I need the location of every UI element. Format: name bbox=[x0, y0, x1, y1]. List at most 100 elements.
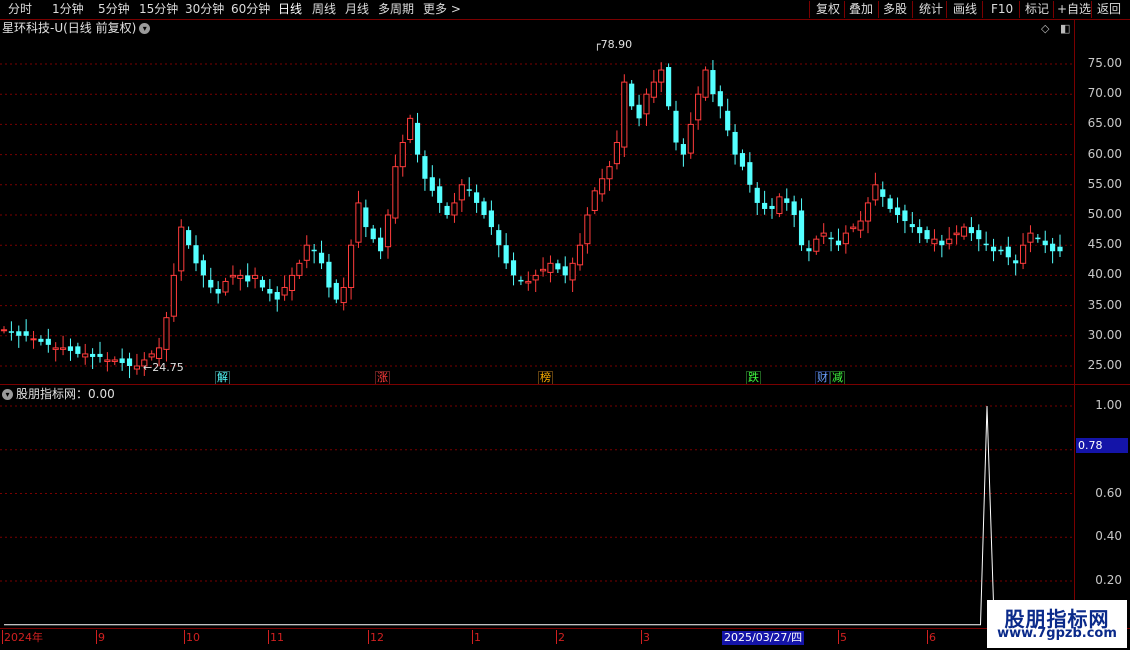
price-tick-label: 70.00 bbox=[1087, 86, 1122, 101]
candle-body bbox=[732, 131, 738, 155]
kline-chart[interactable] bbox=[0, 0, 1130, 650]
tag-fall[interactable]: 跌 bbox=[746, 371, 761, 385]
candle-body bbox=[503, 245, 509, 264]
candle-body bbox=[458, 184, 465, 201]
cursor-date: 2025/03/27/四 bbox=[722, 631, 805, 645]
candle-body bbox=[1057, 246, 1063, 252]
candle-body bbox=[562, 266, 568, 276]
candle-body bbox=[75, 346, 81, 354]
candle-body bbox=[872, 184, 879, 201]
candle-body bbox=[378, 237, 384, 252]
panel-divider bbox=[0, 384, 1130, 385]
tag-unlock[interactable]: 解 bbox=[215, 371, 230, 385]
candle-body bbox=[953, 232, 960, 236]
candle-body bbox=[422, 156, 428, 179]
price-tick-label: 50.00 bbox=[1087, 207, 1122, 221]
candle-body bbox=[163, 317, 170, 350]
candle-body bbox=[208, 279, 214, 288]
candle-body bbox=[525, 280, 532, 284]
candle-body bbox=[518, 279, 524, 282]
candle-body bbox=[229, 274, 237, 278]
candle-body bbox=[481, 201, 487, 215]
candle-body bbox=[1013, 260, 1019, 264]
chevron-down-icon[interactable]: ▾ bbox=[2, 389, 13, 400]
candle-body bbox=[695, 93, 702, 121]
low-label: ←24.75 bbox=[143, 361, 184, 374]
candle-body bbox=[754, 187, 760, 203]
candle-body bbox=[828, 237, 834, 240]
candle-body bbox=[414, 122, 421, 155]
candle-body bbox=[998, 249, 1004, 252]
candle-body bbox=[451, 202, 458, 216]
time-tick-label: 2 bbox=[558, 631, 565, 644]
candle-body bbox=[555, 263, 561, 270]
candle-body bbox=[399, 142, 406, 168]
price-tick-label: 40.00 bbox=[1087, 267, 1122, 282]
indicator-title: ▾ 股朋指标网：0.00 bbox=[2, 387, 115, 401]
candle-body bbox=[894, 207, 901, 215]
indicator-tick-label: 0.60 bbox=[1095, 485, 1122, 500]
candle-body bbox=[613, 142, 621, 165]
candle-body bbox=[119, 358, 125, 363]
candle-body bbox=[347, 244, 355, 288]
time-tick bbox=[838, 630, 839, 644]
tag-rise[interactable]: 涨 bbox=[375, 371, 390, 385]
candle-body bbox=[539, 268, 547, 272]
candle-body bbox=[444, 205, 450, 215]
time-tick-label: 11 bbox=[270, 631, 284, 644]
candle-body bbox=[687, 123, 694, 154]
candle-body bbox=[666, 67, 672, 107]
candle-body bbox=[1005, 246, 1011, 258]
candle-body bbox=[880, 189, 886, 197]
candle-body bbox=[296, 262, 303, 276]
high-value: 78.90 bbox=[600, 38, 633, 51]
time-tick-label: 12 bbox=[370, 631, 384, 644]
time-tick-label: 10 bbox=[186, 631, 200, 644]
price-tick-label: 75.00 bbox=[1087, 56, 1122, 70]
candle-body bbox=[274, 292, 280, 300]
time-tick-label: 5 bbox=[840, 631, 847, 644]
time-tick bbox=[556, 630, 557, 644]
candle-body bbox=[510, 260, 517, 276]
candle-body bbox=[710, 70, 716, 95]
time-tick bbox=[368, 630, 369, 644]
indicator-line bbox=[4, 405, 1001, 626]
candle-body bbox=[326, 261, 332, 288]
candle-body bbox=[739, 153, 746, 167]
price-tick-label: 25.00 bbox=[1087, 358, 1122, 372]
candle-body bbox=[650, 81, 657, 98]
candle-body bbox=[281, 286, 288, 296]
indicator-tick-label: 1.00 bbox=[1095, 398, 1122, 412]
candle-body bbox=[931, 238, 938, 245]
time-tick bbox=[472, 630, 473, 644]
candle-body bbox=[267, 288, 273, 294]
candle-body bbox=[784, 198, 790, 203]
candle-body bbox=[939, 240, 945, 246]
cursor-value: 0.78 bbox=[1076, 438, 1128, 453]
tag-reduce[interactable]: 减 bbox=[830, 371, 845, 385]
candle-body bbox=[474, 192, 480, 203]
candle-body bbox=[222, 280, 229, 293]
candle-body bbox=[311, 249, 317, 252]
price-tick-label: 45.00 bbox=[1087, 237, 1122, 252]
candle-body bbox=[392, 166, 399, 219]
time-tick-label: 2024年 bbox=[4, 631, 43, 644]
candle-body bbox=[798, 210, 805, 246]
candle-body bbox=[303, 244, 310, 261]
candle-body bbox=[813, 238, 820, 252]
watermark: 股朋指标网 www.7gpzb.com bbox=[987, 600, 1127, 648]
candle-body bbox=[584, 214, 591, 245]
candle-body bbox=[259, 279, 266, 288]
candle-body bbox=[23, 331, 29, 336]
indicator-title-text: 股朋指标网：0.00 bbox=[16, 387, 115, 401]
candle-body bbox=[52, 347, 59, 350]
candle-body bbox=[924, 230, 930, 240]
tag-finance[interactable]: 财 bbox=[815, 371, 830, 385]
candle-body bbox=[887, 198, 893, 209]
candle-body bbox=[1019, 244, 1027, 264]
candle-body bbox=[111, 359, 118, 362]
candle-body bbox=[532, 274, 539, 281]
tag-list[interactable]: 榜 bbox=[538, 371, 553, 385]
price-tick-label: 30.00 bbox=[1087, 327, 1122, 342]
candle-body bbox=[1035, 237, 1041, 240]
